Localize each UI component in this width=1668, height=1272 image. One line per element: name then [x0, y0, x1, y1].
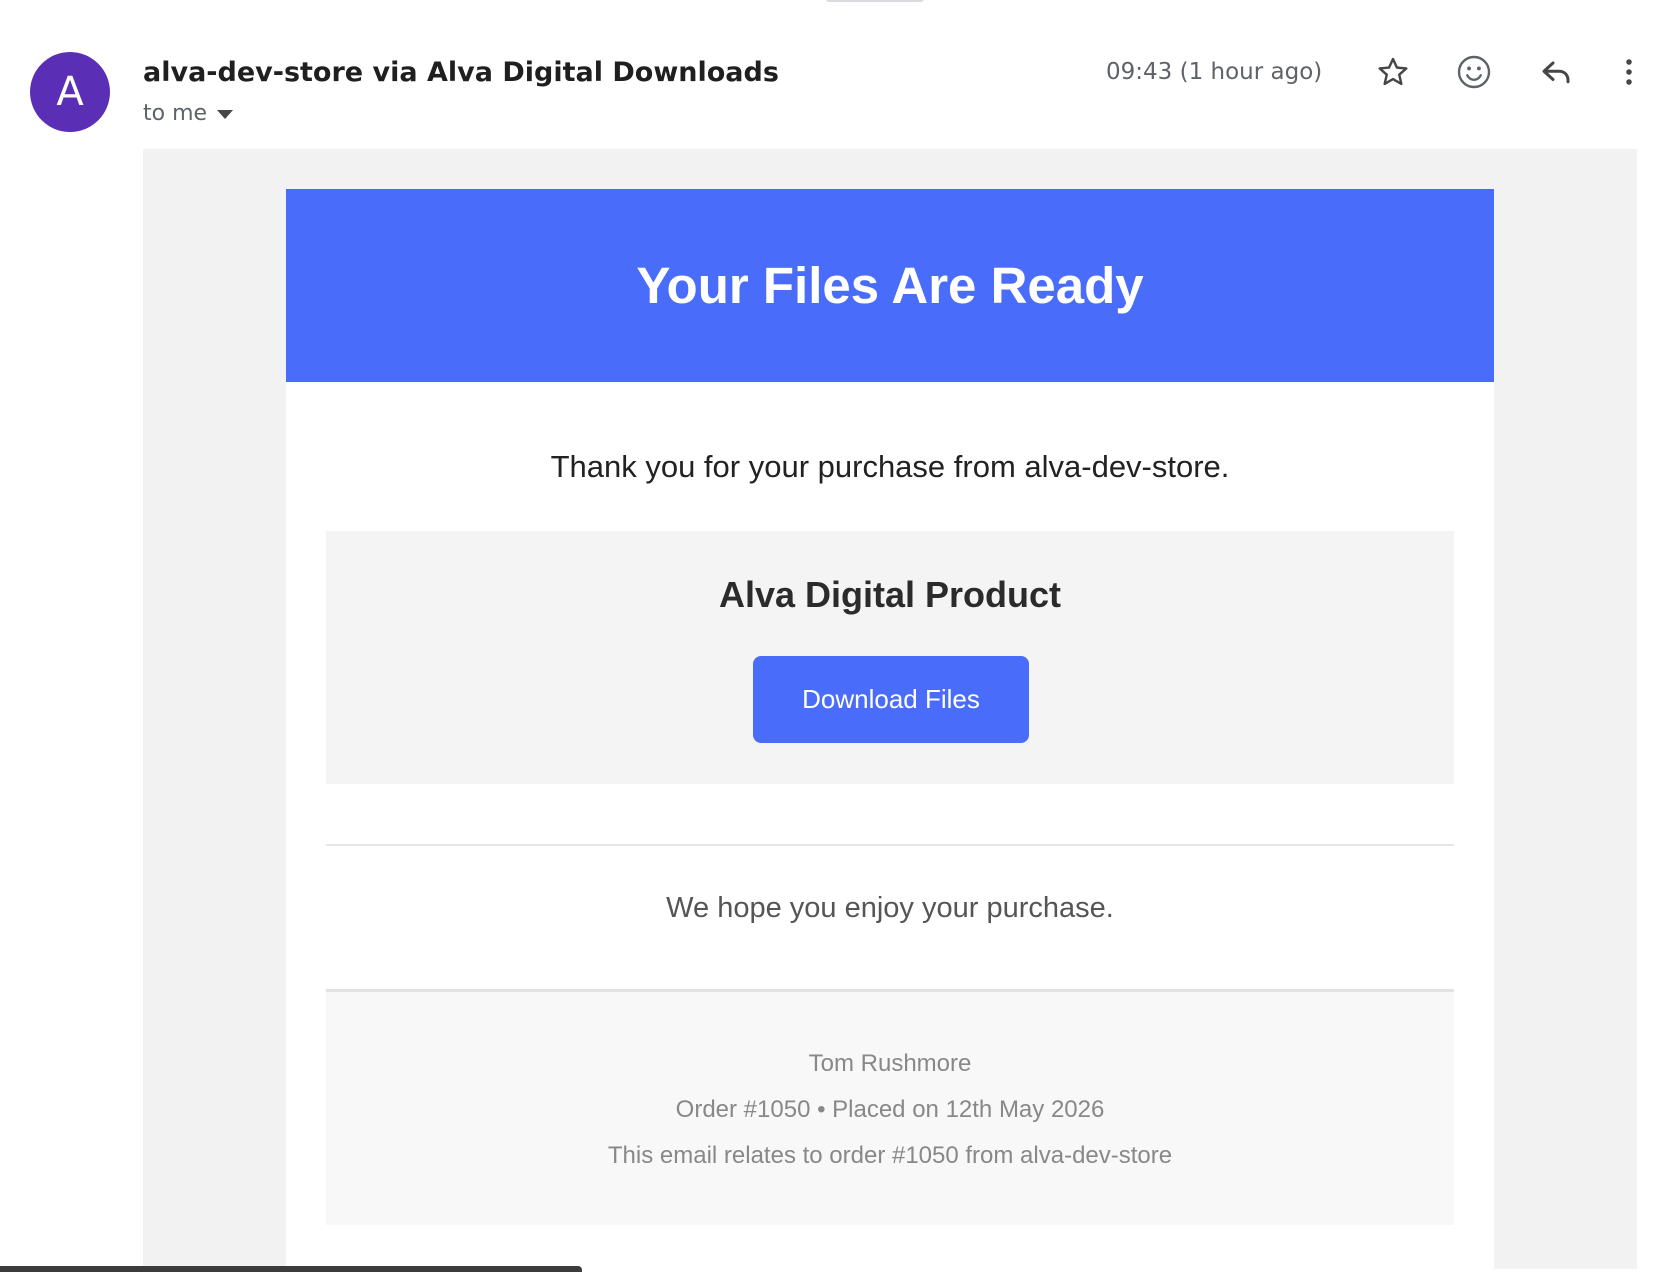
email-card: Your Files Are Ready Thank you for your …: [286, 189, 1494, 1272]
product-name: Alva Digital Product: [718, 574, 1062, 615]
order-relates-text: This email relates to order #1050 from a…: [607, 1142, 1173, 1169]
thank-you-text: Thank you for your purchase from alva-de…: [550, 449, 1230, 484]
order-info: Order #1050 • Placed on 12th May 2026: [675, 1096, 1105, 1123]
download-files-button[interactable]: Download Files: [753, 656, 1029, 743]
email-timestamp: 09:43 (1 hour ago): [1106, 59, 1323, 85]
reply-icon: [1542, 61, 1570, 84]
product-card: Alva Digital Product Download Files: [326, 531, 1454, 784]
chevron-down-icon: [217, 109, 234, 119]
more-options-button[interactable]: [1604, 44, 1654, 100]
enjoy-text: We hope you enjoy your purchase.: [666, 892, 1114, 924]
email-body: Your Files Are Ready Thank you for your …: [143, 149, 1637, 1272]
recipient-label: to me: [143, 100, 208, 126]
star-button[interactable]: [1365, 44, 1421, 100]
star-icon: [1378, 57, 1408, 86]
reply-button[interactable]: [1528, 44, 1584, 100]
avatar-letter: A: [56, 69, 84, 115]
email-banner: Your Files Are Ready: [286, 189, 1494, 382]
emoji-icon: [1457, 55, 1491, 89]
divider: [326, 844, 1454, 846]
banner-title: Your Files Are Ready: [636, 257, 1144, 314]
more-vert-icon: [1626, 59, 1632, 85]
top-drag-handle: [826, 0, 924, 2]
sender-name[interactable]: alva-dev-store via Alva Digital Download…: [143, 52, 779, 92]
customer-name: Tom Rushmore: [808, 1050, 972, 1077]
bottom-scrollbar[interactable]: [0, 1266, 582, 1272]
email-view: A alva-dev-store via Alva Digital Downlo…: [0, 0, 1668, 1272]
sender-avatar[interactable]: A: [30, 52, 110, 132]
order-footer: Tom Rushmore Order #1050 • Placed on 12t…: [326, 989, 1454, 1225]
recipient-toggle[interactable]: to me: [143, 96, 234, 130]
emoji-reaction-button[interactable]: [1446, 44, 1502, 100]
